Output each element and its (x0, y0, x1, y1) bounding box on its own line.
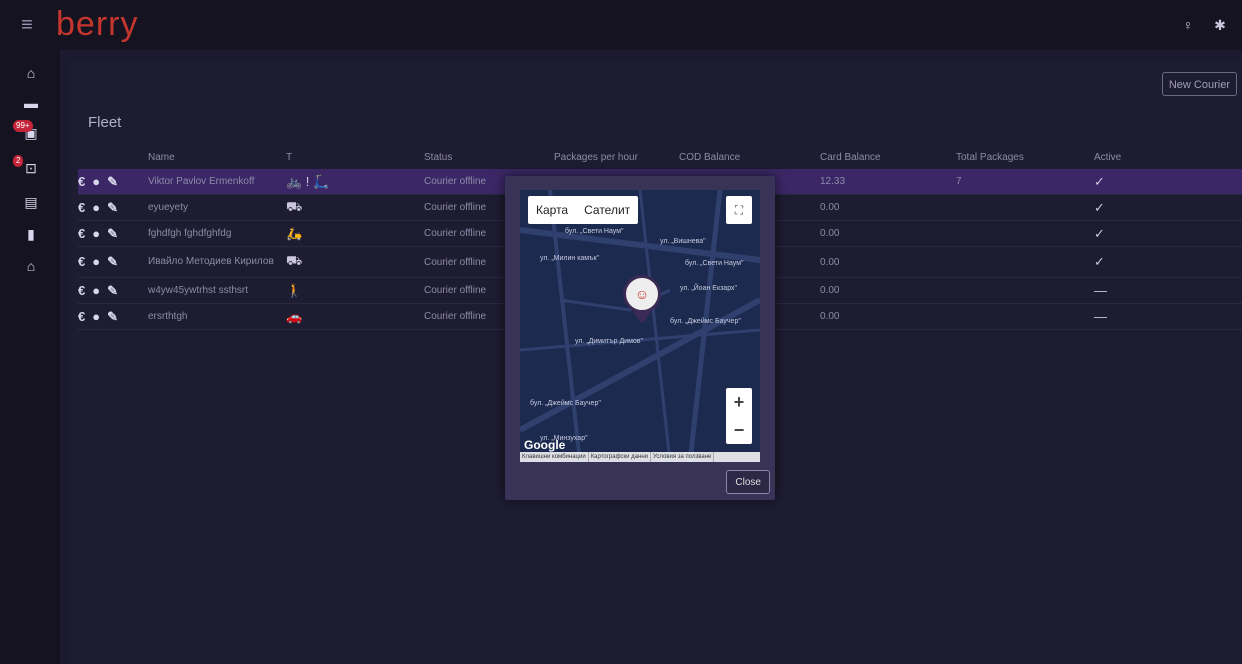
home-icon[interactable]: ⌂ (20, 62, 42, 84)
edit-icon[interactable]: ✎ (107, 226, 118, 242)
street-label: бул. „Свети Наум" (565, 228, 624, 235)
card-balance: 0.00 (820, 194, 956, 221)
bank-icon[interactable]: ⌂ (20, 255, 42, 277)
street-label: ул. „Вишнева" (660, 238, 706, 245)
courier-name: Ивайло Методиев Кирилов (148, 246, 286, 278)
euro-icon[interactable]: € (78, 254, 85, 269)
total-packages (956, 194, 1094, 221)
street-label: ул. „Милин камък" (540, 255, 600, 262)
courier-name: w4yw45ywtrhst ssthsrt (148, 277, 286, 304)
location-pin-icon[interactable]: ● (92, 309, 100, 324)
keyboard-shortcuts-link[interactable]: Клавишни комбинации (520, 452, 589, 462)
active-check-icon[interactable]: ✓ (1094, 220, 1242, 247)
euro-icon[interactable]: € (78, 283, 85, 298)
courier-marker-icon[interactable]: ☺ (623, 275, 661, 313)
euro-icon[interactable]: € (78, 200, 85, 215)
location-pin-icon[interactable]: ● (92, 226, 100, 241)
tab-satellite[interactable]: Сателит (576, 196, 638, 224)
edit-icon[interactable]: ✎ (107, 309, 118, 325)
gear-icon[interactable]: ✱ (1212, 17, 1228, 33)
van-icon: ⛟ (286, 194, 424, 221)
courier-name: eyueyety (148, 194, 286, 221)
walking-icon: 🚶 (286, 277, 424, 304)
inactive-dash-icon[interactable]: — (1094, 277, 1242, 304)
location-pin-icon[interactable]: ● (92, 254, 100, 269)
euro-icon[interactable]: € (78, 174, 85, 189)
total-packages: 7 (956, 169, 1094, 195)
new-courier-button[interactable]: New Courier (1161, 72, 1237, 96)
courier-name: fghdfgh fghdfghfdg (148, 220, 286, 247)
col-total-packages[interactable]: Total Packages (956, 145, 1094, 169)
card-balance: 0.00 (820, 220, 956, 247)
app-logo[interactable]: berry (56, 5, 138, 44)
card-balance: 0.00 (820, 277, 956, 304)
edit-icon[interactable]: ✎ (107, 200, 118, 216)
map-modal: бул. „Свети Наум" ул. „Вишнева" бул. „Св… (505, 176, 775, 500)
fullscreen-icon[interactable]: ⛶ (726, 196, 752, 224)
location-pin-icon[interactable]: ● (92, 200, 100, 215)
total-packages (956, 246, 1094, 278)
close-button[interactable]: Close (726, 470, 770, 494)
zoom-in-icon[interactable]: + (726, 388, 752, 416)
zoom-out-icon[interactable]: − (726, 416, 752, 444)
edit-icon[interactable]: ✎ (107, 283, 118, 299)
active-check-icon[interactable]: ✓ (1094, 169, 1242, 195)
col-name[interactable]: Name (148, 145, 286, 169)
street-label: ул. „Йоан Екзарх" (680, 285, 737, 292)
col-active[interactable]: Active (1094, 145, 1242, 169)
top-bar: ≡ berry ♀ ✱ (0, 0, 1242, 50)
edit-icon[interactable]: ✎ (107, 254, 118, 270)
total-packages (956, 277, 1094, 304)
card-balance: 0.00 (820, 246, 956, 278)
scooter-icon: 🛵 (286, 220, 424, 247)
col-type[interactable]: T (286, 145, 424, 169)
sidebar: ⌂ ▬ ▣ 99+ ⊡ 2 ▤ ▮ ⌂ (0, 50, 60, 664)
active-check-icon[interactable]: ✓ (1094, 194, 1242, 221)
card-balance: 12.33 (820, 169, 956, 195)
street-label: бул. „Джеймс Баучер" (530, 400, 601, 407)
location-pin-icon[interactable]: ● (92, 174, 100, 189)
bulb-icon[interactable]: ♀ (1180, 17, 1196, 33)
truck-icon[interactable]: ▬ (20, 92, 42, 114)
store-icon[interactable]: ▤ (20, 191, 42, 213)
terms-link[interactable]: Условия за ползване (651, 452, 715, 462)
col-card-balance[interactable]: Card Balance (820, 145, 956, 169)
col-cod-balance[interactable]: COD Balance (679, 145, 820, 169)
card-balance: 0.00 (820, 303, 956, 330)
col-status[interactable]: Status (424, 145, 554, 169)
page-title: Fleet (88, 114, 122, 131)
package-badge: 99+ (13, 120, 33, 132)
table-header: Name T Status Packages per hour COD Bala… (78, 145, 1242, 169)
map-streets (520, 190, 760, 462)
map-data-link[interactable]: Картографски данни (589, 452, 652, 462)
street-label: бул. „Свети Наум" (685, 260, 744, 267)
van-icon: ⛟ (286, 246, 424, 278)
car-icon: 🚗 (286, 303, 424, 330)
street-label: ул. „Димитър Димов" (575, 338, 644, 345)
active-check-icon[interactable]: ✓ (1094, 246, 1242, 278)
col-packages-per-hour[interactable]: Packages per hour (554, 145, 679, 169)
inbox-icon[interactable]: ⊡ (20, 157, 42, 179)
total-packages (956, 220, 1094, 247)
inactive-dash-icon[interactable]: — (1094, 303, 1242, 330)
menu-icon[interactable]: ≡ (17, 15, 37, 35)
courier-name: ersrthtgh (148, 303, 286, 330)
euro-icon[interactable]: € (78, 226, 85, 241)
bicycle-icon: 🚲 ! 🛴 (286, 169, 424, 195)
total-packages (956, 303, 1094, 330)
map-view[interactable]: бул. „Свети Наум" ул. „Вишнева" бул. „Св… (520, 190, 760, 462)
zoom-control: + − (726, 388, 752, 444)
street-label: бул. „Джеймс Баучер" (670, 318, 741, 325)
map-footer: Клавишни комбинации Картографски данни У… (520, 452, 760, 462)
document-icon[interactable]: ▮ (20, 223, 42, 245)
euro-icon[interactable]: € (78, 309, 85, 324)
tab-map[interactable]: Карта (528, 196, 576, 224)
map-type-control: Карта Сателит (528, 196, 639, 224)
courier-name: Viktor Pavlov Ermenkoff (148, 169, 286, 195)
google-logo: Google (524, 438, 566, 452)
edit-icon[interactable]: ✎ (107, 174, 118, 190)
location-pin-icon[interactable]: ● (92, 283, 100, 298)
